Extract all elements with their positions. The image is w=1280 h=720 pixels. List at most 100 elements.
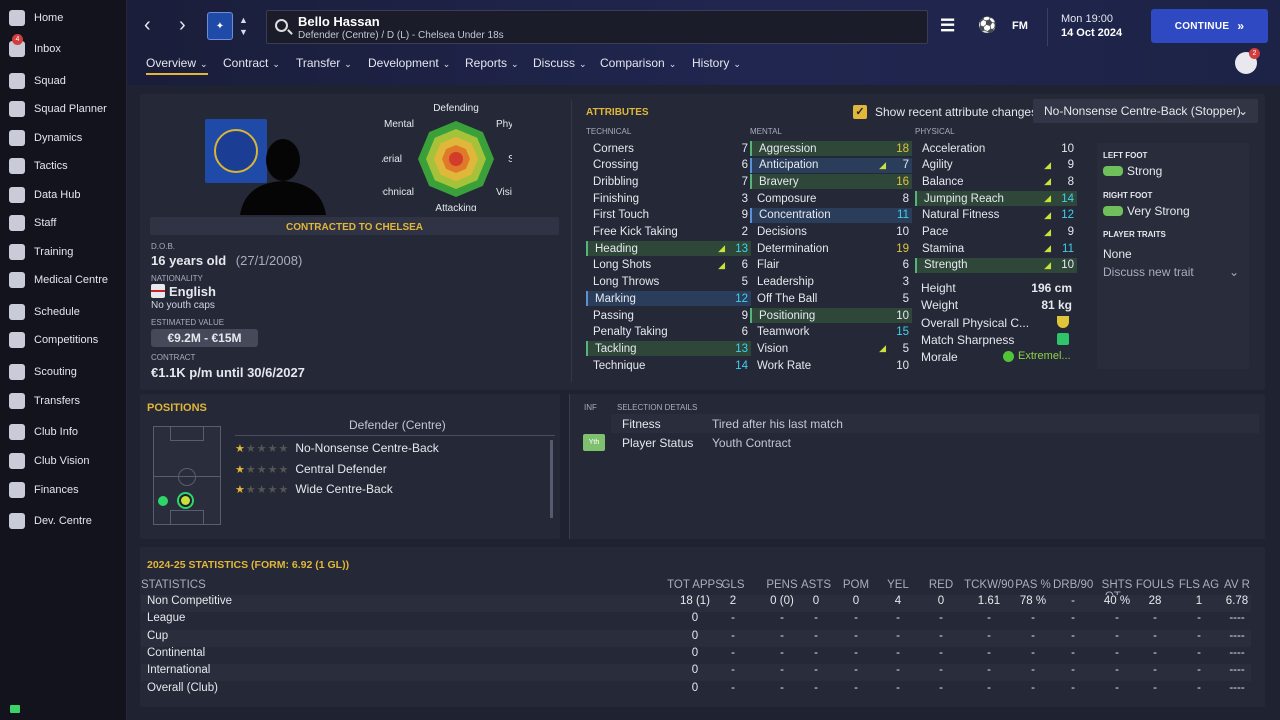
discuss-trait-dropdown[interactable]: Discuss new trait ⌄ [1103, 265, 1243, 279]
attr-name: Agility [922, 159, 953, 172]
attr-technique[interactable]: Technique 14 [586, 358, 751, 373]
attr-free-kick-taking[interactable]: Free Kick Taking 2 [586, 225, 751, 240]
back-arrow-icon[interactable]: ‹ [144, 14, 151, 37]
tab-transfer[interactable]: Transfer ⌄ [296, 56, 352, 70]
attr-composure[interactable]: Composure 8 [750, 191, 912, 206]
attr-leadership[interactable]: Leadership 3 [750, 275, 912, 290]
attr-agility[interactable]: Agility 9 ◢ [915, 158, 1077, 173]
sidebar-item-staff[interactable]: Staff [0, 210, 127, 236]
sidebar-item-dev-centre[interactable]: Dev. Centre [0, 508, 127, 534]
continue-button[interactable]: CONTINUE » [1151, 9, 1268, 43]
stats-row[interactable]: Continental 0- - - - - - - - - - - - ---- [141, 647, 1251, 664]
attr-concentration[interactable]: Concentration 11 [750, 207, 912, 223]
chevron-up-icon[interactable]: ▲ [239, 15, 248, 25]
attr-teamwork[interactable]: Teamwork 15 [750, 325, 912, 340]
attr-determination[interactable]: Determination 19 [750, 241, 912, 256]
attr-first-touch[interactable]: First Touch 9 [586, 208, 751, 223]
sidebar-item-transfers[interactable]: Transfers [0, 388, 127, 414]
position-marker-primary[interactable] [177, 492, 194, 509]
sidebar-item-schedule[interactable]: Schedule [0, 299, 127, 325]
sidebar-item-scouting[interactable]: Scouting [0, 359, 127, 385]
tab-comparison[interactable]: Comparison ⌄ [600, 56, 676, 70]
attr-bravery[interactable]: Bravery 16 [750, 174, 912, 190]
role-row[interactable]: ★★★★★ No-Nonsense Centre-Back [235, 441, 439, 457]
scrollbar[interactable] [550, 440, 553, 518]
chevron-down-icon[interactable]: ▼ [239, 27, 248, 37]
attr-vision[interactable]: Vision 5 ◢ [750, 341, 912, 356]
sidebar-item-training[interactable]: Training [0, 239, 127, 265]
show-changes-checkbox[interactable]: ✓ [853, 105, 867, 119]
attr-acceleration[interactable]: Acceleration 10 [915, 141, 1077, 156]
sidebar-item-club-info[interactable]: Club Info [0, 419, 127, 445]
stats-row[interactable]: Cup 0- - - - - - - - - - - - ---- [141, 629, 1251, 647]
attr-penalty-taking[interactable]: Penalty Taking 6 [586, 325, 751, 340]
sidebar-item-finances[interactable]: Finances [0, 477, 127, 503]
fm-logo[interactable]: FM [1012, 20, 1028, 32]
attr-value: 12 [1061, 209, 1074, 222]
attr-jumping-reach[interactable]: Jumping Reach 14 ◢ [915, 191, 1077, 207]
sidebar-item-inbox[interactable]: 4 Inbox [0, 34, 127, 62]
attr-strength[interactable]: Strength 10 ◢ [915, 257, 1077, 273]
sidebar-item-club-vision[interactable]: Club Vision [0, 448, 127, 474]
attr-crossing[interactable]: Crossing 6 [586, 158, 751, 173]
tab-development[interactable]: Development ⌄ [368, 56, 450, 70]
sidebar-item-competitions[interactable]: Competitions [0, 327, 127, 353]
physical-extras: Height 196 cm Weight 81 kg Overall Physi… [915, 275, 1075, 375]
sidebar-item-medical-centre[interactable]: Medical Centre [0, 267, 127, 293]
attr-anticipation[interactable]: Anticipation 7 ◢ [750, 157, 912, 173]
date-display[interactable]: Mon 19:00 14 Oct 2024 [1047, 8, 1147, 46]
forward-arrow-icon[interactable]: › [179, 14, 186, 37]
attr-name: Natural Fitness [922, 209, 1000, 222]
attr-long-shots[interactable]: Long Shots 6 ◢ [586, 258, 751, 273]
tab-overview[interactable]: Overview ⌄ [146, 56, 208, 75]
attr-aggression[interactable]: Aggression 18 [750, 141, 912, 156]
attr-work-rate[interactable]: Work Rate 10 [750, 358, 912, 373]
role-dropdown[interactable]: No-Nonsense Centre-Back (Stopper) ⌄ [1033, 99, 1258, 123]
menu-icon[interactable]: ☰ [940, 16, 955, 36]
sidebar-item-data-hub[interactable]: Data Hub [0, 182, 127, 208]
attr-natural-fitness[interactable]: Natural Fitness 12 ◢ [915, 208, 1077, 223]
stats-cell: - [814, 664, 818, 677]
attr-corners[interactable]: Corners 7 [586, 141, 751, 156]
position-marker-secondary[interactable] [158, 496, 168, 506]
search-icon[interactable] [275, 19, 288, 32]
attr-balance[interactable]: Balance 8 ◢ [915, 174, 1077, 189]
tab-history[interactable]: History ⌄ [692, 56, 741, 70]
attr-value: 6 [902, 259, 909, 272]
ball-icon[interactable]: ⚽ [978, 16, 997, 34]
tab-discuss[interactable]: Discuss ⌄ [533, 56, 587, 70]
attr-decisions[interactable]: Decisions 10 [750, 225, 912, 240]
role-row[interactable]: ★★★★★ Wide Centre-Back [235, 482, 393, 498]
club-crest-icon[interactable]: ✦ [207, 12, 233, 40]
stats-row[interactable]: Non Competitive 18 (1) 2 0 (0) 0 0 4 0 1.61 78 % -… [141, 595, 1251, 612]
attr-tackling[interactable]: Tackling 13 [586, 341, 751, 357]
attr-finishing[interactable]: Finishing 3 [586, 191, 751, 206]
stats-row[interactable]: Overall (Club) 0- - - - - - - - - - - - ---- [141, 682, 1251, 699]
stats-row[interactable]: League 0- - - - - - - - - - - - ---- [141, 612, 1251, 629]
value-badge[interactable]: €9.2M - €15M [151, 329, 258, 347]
attr-passing[interactable]: Passing 9 [586, 308, 751, 323]
tab-contract[interactable]: Contract ⌄ [223, 56, 280, 70]
attr-long-throws[interactable]: Long Throws 5 [586, 275, 751, 290]
attr-positioning[interactable]: Positioning 10 [750, 308, 912, 323]
stats-row[interactable]: International 0- - - - - - - - - - - - ---- [141, 664, 1251, 682]
attr-pace[interactable]: Pace 9 ◢ [915, 225, 1077, 240]
attr-flair[interactable]: Flair 6 [750, 258, 912, 273]
role-row[interactable]: ★★★★★ Central Defender [235, 462, 387, 478]
sidebar-item-squad[interactable]: Squad [0, 68, 127, 94]
tab-reports[interactable]: Reports ⌄ [465, 56, 519, 70]
search-bar[interactable]: Bello Hassan Defender (Centre) / D (L) -… [266, 10, 928, 44]
attr-dribbling[interactable]: Dribbling 7 [586, 174, 751, 189]
selection-title: SELECTION DETAILS [617, 403, 698, 412]
stats-cell: - [987, 646, 991, 659]
attr-off-the-ball[interactable]: Off The Ball 5 [750, 291, 912, 306]
attr-stamina[interactable]: Stamina 11 ◢ [915, 241, 1077, 256]
attr-heading[interactable]: Heading 13 ◢ [586, 241, 751, 257]
sidebar-item-tactics[interactable]: Tactics [0, 153, 127, 179]
attr-marking[interactable]: Marking 12 [586, 291, 751, 307]
sidebar-item-squad-planner[interactable]: Squad Planner [0, 96, 127, 122]
sidebar-item-home[interactable]: Home [0, 5, 127, 31]
notification-icon[interactable]: 2 [1235, 48, 1260, 74]
chevron-down-icon: ⌄ [733, 59, 741, 69]
sidebar-item-dynamics[interactable]: Dynamics [0, 125, 127, 151]
